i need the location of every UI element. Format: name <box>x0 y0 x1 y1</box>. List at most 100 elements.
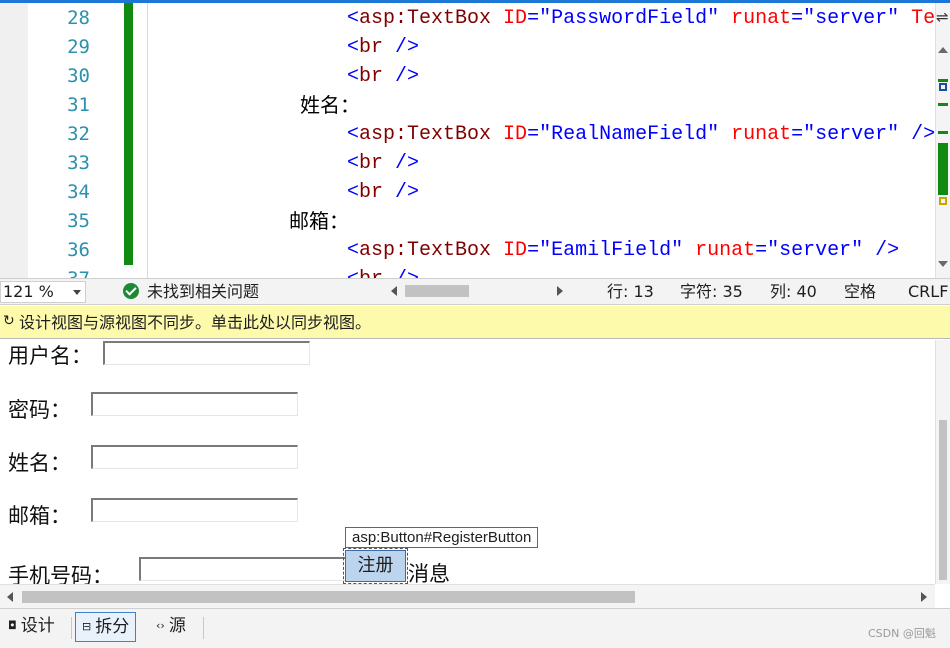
password-textbox[interactable] <box>91 392 298 416</box>
scroll-caret-marker <box>939 83 947 91</box>
code-token: < <box>347 7 360 30</box>
code-margin-line <box>147 3 148 278</box>
code-token: ID <box>491 7 528 30</box>
code-token: = <box>527 7 540 30</box>
editor-status-bar: 121 % 未找到相关问题 行: 13 字符: 35 列: 40 空格 CRLF <box>0 278 950 305</box>
design-surface[interactable]: 用户名： 密码： 姓名： 邮箱： 手机号码： asp:Button#Regist… <box>0 340 935 584</box>
code-line[interactable]: 姓名： <box>300 91 360 120</box>
line-number: 29 <box>67 36 90 58</box>
code-token: = <box>791 123 804 146</box>
code-token: asp:TextBox <box>359 239 492 262</box>
code-token: = <box>527 239 540 262</box>
code-line[interactable]: <asp:TextBox ID="EamilField" runat="serv… <box>347 236 899 265</box>
code-token: br <box>359 181 384 204</box>
line-number: 37 <box>30 265 90 278</box>
code-line[interactable]: <br /> <box>347 149 419 178</box>
code-token: asp:TextBox <box>359 123 492 146</box>
code-token: < <box>347 268 359 278</box>
field-label-password: 密码： <box>8 398 71 422</box>
scroll-left-arrow-icon[interactable] <box>7 592 13 602</box>
tab-source[interactable]: ‹› 源 <box>156 612 186 642</box>
issues-status[interactable]: 未找到相关问题 <box>147 282 259 302</box>
sync-message[interactable]: 设计视图与源视图不同步。单击此处以同步视图。 <box>19 312 371 334</box>
horizontal-scroll-thumb[interactable] <box>22 591 635 603</box>
line-number: 31 <box>67 94 90 116</box>
watermark: CSDN @回魁 <box>868 627 936 640</box>
code-token: < <box>347 152 360 175</box>
check-circle-icon[interactable] <box>123 283 139 299</box>
design-vertical-scrollbar[interactable] <box>935 340 950 584</box>
message-text: 消息 <box>408 562 450 584</box>
code-icon: ‹› <box>156 619 165 632</box>
field-label-phone: 手机号码： <box>8 564 113 584</box>
scroll-marker <box>938 79 948 82</box>
zoom-dropdown[interactable]: 121 % <box>0 281 86 303</box>
line-number: 35 <box>67 210 90 232</box>
code-token: 邮箱： <box>289 209 349 233</box>
column-indicator[interactable]: 列: 40 <box>770 282 817 302</box>
change-tracking-bar <box>124 3 133 265</box>
code-token: < <box>347 65 360 88</box>
username-textbox[interactable] <box>103 341 310 365</box>
tab-design-label: 设计 <box>20 616 55 636</box>
code-token: < <box>347 123 360 146</box>
code-editor[interactable]: 28293031323334353637 <asp:TextBox ID="Pa… <box>0 3 950 278</box>
scroll-up-arrow-icon[interactable] <box>938 47 948 53</box>
field-label-username: 用户名： <box>8 344 92 368</box>
scroll-marker <box>938 103 948 106</box>
scroll-down-arrow-icon[interactable] <box>938 261 948 267</box>
code-token: br <box>359 152 384 175</box>
whitespace-indicator[interactable]: 空格 <box>844 282 876 302</box>
horizontal-scroll-thumb[interactable] <box>405 285 469 297</box>
view-tabs: ◘ 设计 ⊟ 拆分 ‹› 源 CSDN @回魁 <box>0 608 950 648</box>
email-textbox[interactable] <box>91 498 298 522</box>
code-token: 姓名： <box>300 93 360 117</box>
design-view-icon: ◘ <box>8 619 17 632</box>
phone-textbox[interactable] <box>139 557 346 581</box>
scroll-left-arrow-icon[interactable] <box>391 286 397 296</box>
tab-design[interactable]: ◘ 设计 <box>8 612 55 642</box>
line-number: 34 <box>67 181 90 203</box>
field-label-realname: 姓名： <box>8 451 71 475</box>
code-token: "PasswordField" <box>539 7 720 30</box>
code-line[interactable]: <br /> <box>347 178 419 207</box>
line-numbers: 28 29 30 31 32 33 34 35 36 37 <box>28 3 90 278</box>
design-horizontal-scrollbar[interactable] <box>0 584 935 608</box>
code-token: /> <box>863 239 900 262</box>
code-token: runat <box>683 239 756 262</box>
code-token: ID <box>491 239 528 262</box>
scroll-marker <box>938 131 948 134</box>
scroll-right-arrow-icon[interactable] <box>557 286 563 296</box>
code-token: "EamilField" <box>539 239 684 262</box>
tab-separator <box>203 617 204 639</box>
zoom-value: 121 % <box>3 282 54 301</box>
line-ending-indicator[interactable]: CRLF <box>908 282 948 302</box>
editor-vertical-scrollbar[interactable] <box>935 3 950 278</box>
line-indicator[interactable]: 行: 13 <box>607 282 654 302</box>
code-token: br <box>359 65 384 88</box>
tab-split[interactable]: ⊟ 拆分 <box>75 612 137 642</box>
code-line[interactable]: <br /> <box>347 62 419 91</box>
sync-info-bar[interactable]: ↻ 设计视图与源视图不同步。单击此处以同步视图。 <box>0 306 950 339</box>
code-token: br <box>359 268 383 278</box>
scroll-right-arrow-icon[interactable] <box>921 592 927 602</box>
code-token: /> <box>899 123 936 146</box>
code-line[interactable]: <asp:TextBox ID="RealNameField" runat="s… <box>347 120 935 149</box>
code-token: br <box>359 36 384 59</box>
code-line[interactable]: <br /> <box>347 33 419 62</box>
code-line[interactable]: <asp:TextBox ID="PasswordField" runat="s… <box>347 4 947 33</box>
code-token: /> <box>383 268 419 278</box>
code-token: ID <box>491 123 528 146</box>
code-line[interactable]: 邮箱： <box>289 207 349 236</box>
realname-textbox[interactable] <box>91 445 298 469</box>
field-label-email: 邮箱： <box>8 504 71 528</box>
register-button[interactable]: 注册 <box>343 548 408 584</box>
char-indicator[interactable]: 字符: 35 <box>680 282 743 302</box>
split-editor-icon[interactable]: ⇌ <box>936 6 950 28</box>
line-number: 33 <box>67 152 90 174</box>
chevron-down-icon <box>73 290 81 295</box>
code-token: = <box>527 123 540 146</box>
code-line[interactable]: <br /> <box>347 265 419 278</box>
editor-gutter <box>0 3 28 278</box>
vertical-scroll-thumb[interactable] <box>939 420 947 580</box>
